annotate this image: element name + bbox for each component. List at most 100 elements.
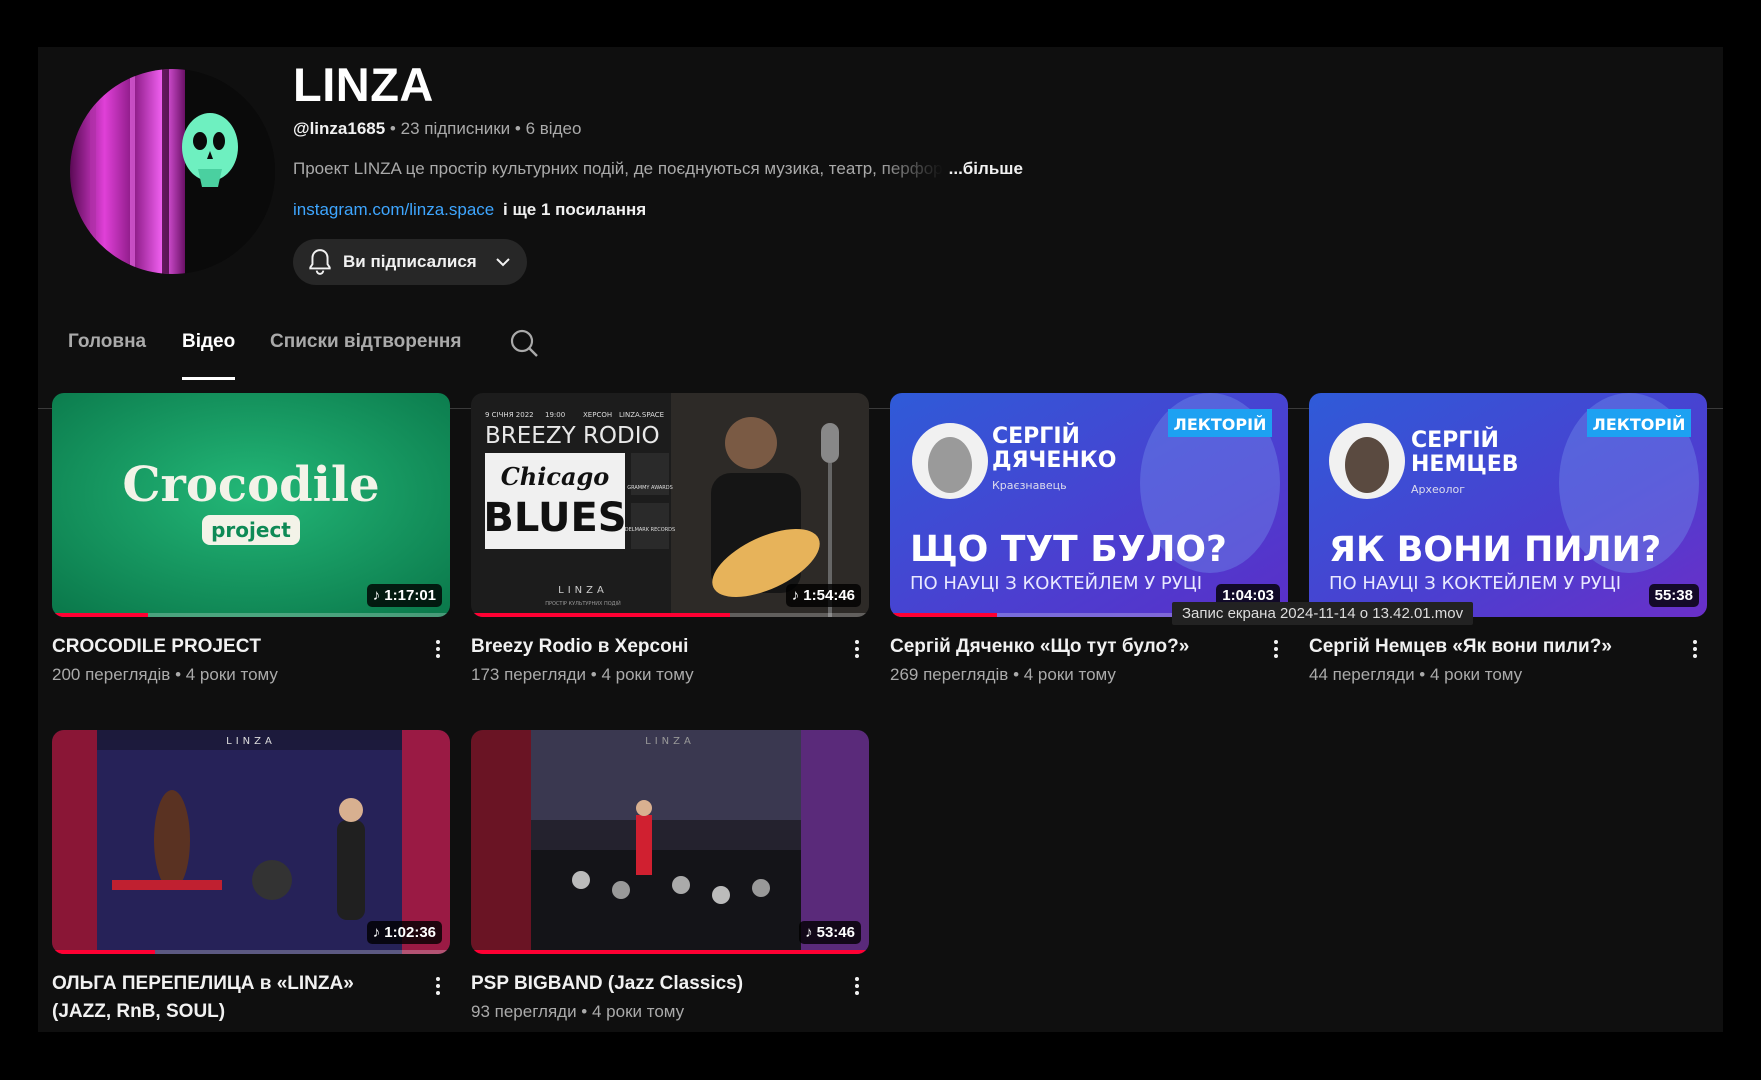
duration-badge: ♪ 1:17:01 xyxy=(366,584,442,607)
view-count: 93 перегляди xyxy=(471,1002,577,1021)
video-thumbnail[interactable]: Crocodile project ♪ 1:17:01 xyxy=(52,393,450,617)
view-count: 200 переглядів xyxy=(52,665,171,684)
video-meta: 93 перегляди • 4 роки тому xyxy=(471,1002,685,1021)
video-card[interactable]: LINZA ♪ 53:46 PSP BIGBAND (Jazz Classics)… xyxy=(471,730,869,1022)
subscribed-button[interactable]: Ви підписалися xyxy=(293,239,527,285)
music-note-icon: ♪ xyxy=(372,587,381,604)
duration-text: 53:46 xyxy=(816,924,855,941)
thumb-linza: LINZA xyxy=(645,736,695,747)
music-note-icon: ♪ xyxy=(372,924,381,941)
file-tooltip: Запис екрана 2024-11-14 о 13.42.01.mov xyxy=(1172,602,1474,625)
thumb-first-name: СЕРГІЙ xyxy=(992,423,1080,449)
video-card[interactable]: 9 СІЧНЯ 2022 19:00 ХЕРСОН LINZA.SPACE BR… xyxy=(471,393,869,685)
thumb-city: ХЕРСОН xyxy=(583,411,612,419)
video-count: 6 відео xyxy=(525,119,582,138)
view-count: 269 переглядів xyxy=(890,665,1009,684)
thumb-headline: ЯК ВОНИ ПИЛИ? xyxy=(1329,530,1661,570)
more-vert-icon[interactable] xyxy=(845,635,869,663)
subscribed-label: Ви підписалися xyxy=(343,252,477,271)
thumb-date: 9 СІЧНЯ 2022 xyxy=(485,411,534,419)
thumb-tagline: ПРОСТІР КУЛЬТУРНИХ ПОДІЙ xyxy=(545,600,621,607)
video-card[interactable]: LINZA ♪ 1:02:36 ОЛЬГА ПЕРЕПЕЛИЦА в «LINZA… xyxy=(52,730,450,1026)
watch-progress xyxy=(890,613,998,617)
thumb-first-name: СЕРГІЙ xyxy=(1411,427,1499,453)
thumb-last-name: ДЯЧЕНКО xyxy=(992,448,1116,473)
duration-badge: 55:38 xyxy=(1648,584,1699,607)
avatar-art xyxy=(70,69,275,274)
more-vert-icon[interactable] xyxy=(426,635,450,663)
video-card[interactable]: Crocodile project ♪ 1:17:01 CROCODILE PRO… xyxy=(52,393,450,685)
video-details: Сергій Дяченко «Що тут було?» 269 перегл… xyxy=(890,633,1288,685)
more-vert-icon[interactable] xyxy=(1683,635,1707,663)
thumb-delmark: DELMARK RECORDS xyxy=(625,527,675,533)
video-title[interactable]: PSP BIGBAND (Jazz Classics) xyxy=(471,970,835,998)
video-details: Сергій Немцев «Як вони пили?» 44 перегля… xyxy=(1309,633,1707,685)
watch-progress xyxy=(52,950,156,954)
channel-avatar[interactable] xyxy=(70,69,275,274)
search-icon[interactable] xyxy=(508,327,540,359)
meta-separator: • xyxy=(389,119,401,138)
more-vert-icon[interactable] xyxy=(426,972,450,1000)
video-meta: 200 переглядів • 4 роки тому xyxy=(52,665,278,684)
thumbnail-art: ЛЕКТОРІЙ СЕРГІЙ НЕМЦЕВ Археолог ЯК ВОНИ … xyxy=(1309,393,1707,617)
channel-page: LINZA @linza1685 • 23 підписники • 6 від… xyxy=(38,47,1723,1032)
video-thumbnail[interactable]: ЛЕКТОРІЙ СЕРГІЙ НЕМЦЕВ Археолог ЯК ВОНИ … xyxy=(1309,393,1707,617)
meta-separator: • xyxy=(514,119,526,138)
video-thumbnail[interactable]: LINZA ♪ 1:02:36 xyxy=(52,730,450,954)
description-text: Проект LINZA це простір культурних подій… xyxy=(293,159,943,178)
upload-age: 4 роки тому xyxy=(591,1002,685,1021)
music-note-icon: ♪ xyxy=(791,587,800,604)
duration-badge: ♪ 53:46 xyxy=(799,921,861,944)
video-details: ОЛЬГА ПЕРЕПЕЛИЦА в «LINZA» (JAZZ, RnB, S… xyxy=(52,970,450,1026)
thumb-chicago: Chicago xyxy=(501,462,610,491)
video-title[interactable]: CROCODILE PROJECT xyxy=(52,633,416,661)
thumb-badge: ЛЕКТОРІЙ xyxy=(1593,415,1686,434)
video-thumbnail[interactable]: ЛЕКТОРІЙ СЕРГІЙ ДЯЧЕНКО Краєзнавець ЩО Т… xyxy=(890,393,1288,617)
upload-age: 4 роки тому xyxy=(185,665,278,684)
description-more-link[interactable]: ...більше xyxy=(949,159,1023,178)
video-meta: 44 перегляди • 4 роки тому xyxy=(1309,665,1523,684)
thumb-linza: LINZA xyxy=(226,736,276,747)
video-card[interactable]: ЛЕКТОРІЙ СЕРГІЙ НЕМЦЕВ Археолог ЯК ВОНИ … xyxy=(1309,393,1707,685)
view-count: 173 перегляди xyxy=(471,665,587,684)
channel-links: instagram.com/linza.space і ще 1 посилан… xyxy=(293,200,646,220)
watch-progress xyxy=(471,950,869,954)
view-count: 44 перегляди xyxy=(1309,665,1415,684)
thumb-last-name: НЕМЦЕВ xyxy=(1411,452,1519,477)
video-meta: 173 перегляди • 4 роки тому xyxy=(471,665,694,684)
video-thumbnail[interactable]: 9 СІЧНЯ 2022 19:00 ХЕРСОН LINZA.SPACE BR… xyxy=(471,393,869,617)
video-card[interactable]: ЛЕКТОРІЙ СЕРГІЙ ДЯЧЕНКО Краєзнавець ЩО Т… xyxy=(890,393,1288,685)
thumb-role: Краєзнавець xyxy=(992,479,1067,492)
more-links-button[interactable]: і ще 1 посилання xyxy=(503,200,646,219)
channel-meta: @linza1685 • 23 підписники • 6 відео xyxy=(293,119,581,139)
thumb-project-text: project xyxy=(211,518,291,542)
more-vert-icon[interactable] xyxy=(845,972,869,1000)
thumb-grammy: GRAMMY AWARDS xyxy=(627,485,673,491)
upload-age: 4 роки тому xyxy=(1023,665,1116,684)
video-title[interactable]: Сергій Дяченко «Що тут було?» xyxy=(890,633,1254,661)
thumb-crocodile-text: Crocodile xyxy=(122,457,379,513)
tab-videos[interactable]: Відео xyxy=(182,331,236,380)
tab-playlists[interactable]: Списки відтворення xyxy=(270,331,461,377)
video-title[interactable]: ОЛЬГА ПЕРЕПЕЛИЦА в «LINZA» (JAZZ, RnB, S… xyxy=(52,970,416,1026)
thumb-subline: ПО НАУЦІ З КОКТЕЙЛЕМ У РУЦІ xyxy=(1329,572,1621,594)
instagram-link[interactable]: instagram.com/linza.space xyxy=(293,200,494,219)
video-thumbnail[interactable]: LINZA ♪ 53:46 xyxy=(471,730,869,954)
upload-age: 4 роки тому xyxy=(1429,665,1523,684)
channel-title: LINZA xyxy=(293,58,434,111)
subscriber-count: 23 підписники xyxy=(400,119,511,138)
thumb-site: LINZA.SPACE xyxy=(619,411,664,419)
duration-badge: ♪ 1:02:36 xyxy=(366,921,442,944)
video-title[interactable]: Breezy Rodio в Херсоні xyxy=(471,633,835,661)
channel-description[interactable]: Проект LINZA це простір культурних подій… xyxy=(293,159,1023,179)
watch-progress xyxy=(471,613,730,617)
tab-home[interactable]: Головна xyxy=(68,331,146,377)
thumb-artist: BREEZY RODIO xyxy=(485,423,660,449)
thumb-badge: ЛЕКТОРІЙ xyxy=(1174,415,1267,434)
upload-age: 4 роки тому xyxy=(601,665,694,684)
video-details: Breezy Rodio в Херсоні 173 перегляди • 4… xyxy=(471,633,869,685)
thumb-blues: BLUES xyxy=(483,495,626,541)
video-title[interactable]: Сергій Немцев «Як вони пили?» xyxy=(1309,633,1673,661)
more-vert-icon[interactable] xyxy=(1264,635,1288,663)
thumb-role: Археолог xyxy=(1411,483,1465,496)
